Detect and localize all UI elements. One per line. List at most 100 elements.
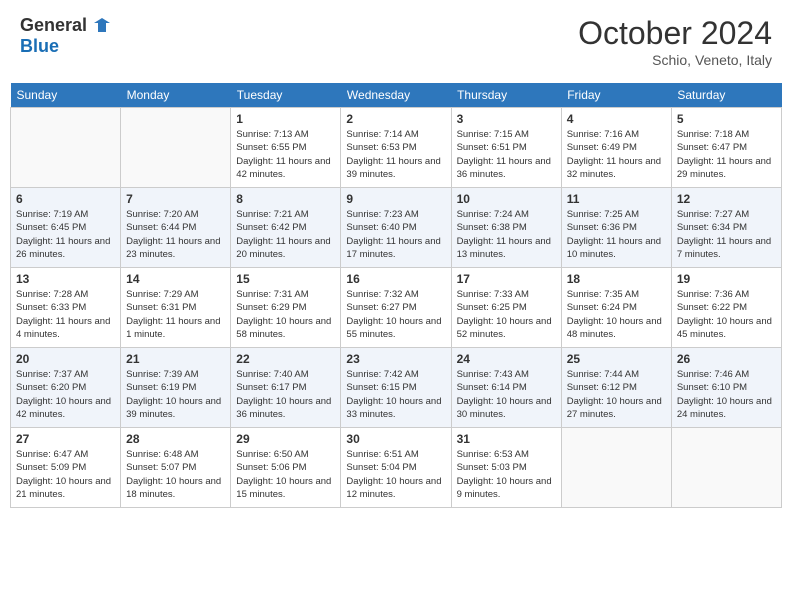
weekday-friday: Friday [561,83,671,108]
day-info: Sunrise: 7:14 AMSunset: 6:53 PMDaylight:… [346,128,445,181]
day-number: 27 [16,432,115,446]
day-number: 20 [16,352,115,366]
day-number: 10 [457,192,556,206]
weekday-thursday: Thursday [451,83,561,108]
day-info: Sunrise: 7:18 AMSunset: 6:47 PMDaylight:… [677,128,776,181]
day-info: Sunrise: 7:35 AMSunset: 6:24 PMDaylight:… [567,288,666,341]
calendar-cell [11,108,121,188]
day-number: 22 [236,352,335,366]
calendar-cell: 1 Sunrise: 7:13 AMSunset: 6:55 PMDaylight… [231,108,341,188]
calendar-cell: 23 Sunrise: 7:42 AMSunset: 6:15 PMDayligh… [341,348,451,428]
day-info: Sunrise: 7:21 AMSunset: 6:42 PMDaylight:… [236,208,335,261]
day-info: Sunrise: 6:47 AMSunset: 5:09 PMDaylight:… [16,448,115,501]
day-info: Sunrise: 7:25 AMSunset: 6:36 PMDaylight:… [567,208,666,261]
day-info: Sunrise: 7:44 AMSunset: 6:12 PMDaylight:… [567,368,666,421]
logo-arrow-icon [94,18,110,34]
day-info: Sunrise: 7:29 AMSunset: 6:31 PMDaylight:… [126,288,225,341]
logo: General Blue [20,15,110,57]
calendar-cell: 11 Sunrise: 7:25 AMSunset: 6:36 PMDayligh… [561,188,671,268]
day-number: 8 [236,192,335,206]
calendar-cell: 7Sunrise: 7:20 AMSunset: 6:44 PMDaylight… [121,188,231,268]
calendar-cell: 8 Sunrise: 7:21 AMSunset: 6:42 PMDaylight… [231,188,341,268]
calendar-cell: 25 Sunrise: 7:44 AMSunset: 6:12 PMDayligh… [561,348,671,428]
logo-blue-text: Blue [20,36,110,57]
day-info: Sunrise: 6:53 AMSunset: 5:03 PMDaylight:… [457,448,556,501]
day-info: Sunrise: 7:46 AMSunset: 6:10 PMDaylight:… [677,368,776,421]
day-info: Sunrise: 7:19 AMSunset: 6:45 PMDaylight:… [16,208,115,261]
day-info: Sunrise: 7:33 AMSunset: 6:25 PMDaylight:… [457,288,556,341]
day-info: Sunrise: 7:20 AMSunset: 6:44 PMDaylight:… [126,208,225,261]
day-info: Sunrise: 7:28 AMSunset: 6:33 PMDaylight:… [16,288,115,341]
day-number: 24 [457,352,556,366]
day-number: 18 [567,272,666,286]
day-number: 3 [457,112,556,126]
calendar-cell: 26 Sunrise: 7:46 AMSunset: 6:10 PMDayligh… [671,348,781,428]
calendar-cell: 31 Sunrise: 6:53 AMSunset: 5:03 PMDayligh… [451,428,561,508]
calendar-table: SundayMondayTuesdayWednesdayThursdayFrid… [10,83,782,508]
day-number: 23 [346,352,445,366]
day-info: Sunrise: 7:37 AMSunset: 6:20 PMDaylight:… [16,368,115,421]
calendar-cell: 9Sunrise: 7:23 AMSunset: 6:40 PMDaylight… [341,188,451,268]
calendar-week-1: 1 Sunrise: 7:13 AMSunset: 6:55 PMDaylight… [11,108,782,188]
day-info: Sunrise: 7:32 AMSunset: 6:27 PMDaylight:… [346,288,445,341]
day-number: 12 [677,192,776,206]
calendar-cell [121,108,231,188]
calendar-cell: 19 Sunrise: 7:36 AMSunset: 6:22 PMDayligh… [671,268,781,348]
day-info: Sunrise: 7:36 AMSunset: 6:22 PMDaylight:… [677,288,776,341]
location: Schio, Veneto, Italy [578,52,772,68]
weekday-tuesday: Tuesday [231,83,341,108]
day-info: Sunrise: 7:39 AMSunset: 6:19 PMDaylight:… [126,368,225,421]
day-info: Sunrise: 7:13 AMSunset: 6:55 PMDaylight:… [236,128,335,181]
day-number: 15 [236,272,335,286]
calendar-cell: 29 Sunrise: 6:50 AMSunset: 5:06 PMDayligh… [231,428,341,508]
calendar-cell: 18 Sunrise: 7:35 AMSunset: 6:24 PMDayligh… [561,268,671,348]
weekday-header-row: SundayMondayTuesdayWednesdayThursdayFrid… [11,83,782,108]
calendar-cell: 13Sunrise: 7:28 AMSunset: 6:33 PMDayligh… [11,268,121,348]
calendar-cell: 3 Sunrise: 7:15 AMSunset: 6:51 PMDaylight… [451,108,561,188]
calendar-cell: 21 Sunrise: 7:39 AMSunset: 6:19 PMDayligh… [121,348,231,428]
title-block: October 2024 Schio, Veneto, Italy [578,15,772,68]
day-number: 16 [346,272,445,286]
calendar-cell: 22 Sunrise: 7:40 AMSunset: 6:17 PMDayligh… [231,348,341,428]
day-number: 1 [236,112,335,126]
day-number: 26 [677,352,776,366]
day-info: Sunrise: 6:50 AMSunset: 5:06 PMDaylight:… [236,448,335,501]
day-number: 21 [126,352,225,366]
weekday-monday: Monday [121,83,231,108]
day-info: Sunrise: 7:42 AMSunset: 6:15 PMDaylight:… [346,368,445,421]
calendar-cell [671,428,781,508]
calendar-cell: 30 Sunrise: 6:51 AMSunset: 5:04 PMDayligh… [341,428,451,508]
day-number: 29 [236,432,335,446]
day-number: 25 [567,352,666,366]
day-info: Sunrise: 7:43 AMSunset: 6:14 PMDaylight:… [457,368,556,421]
calendar-cell: 2 Sunrise: 7:14 AMSunset: 6:53 PMDaylight… [341,108,451,188]
month-title: October 2024 [578,15,772,52]
calendar-cell: 4Sunrise: 7:16 AMSunset: 6:49 PMDaylight… [561,108,671,188]
calendar-cell: 10 Sunrise: 7:24 AMSunset: 6:38 PMDayligh… [451,188,561,268]
calendar-week-4: 20 Sunrise: 7:37 AMSunset: 6:20 PMDayligh… [11,348,782,428]
day-number: 2 [346,112,445,126]
weekday-sunday: Sunday [11,83,121,108]
calendar-cell: 6Sunrise: 7:19 AMSunset: 6:45 PMDaylight… [11,188,121,268]
day-number: 11 [567,192,666,206]
day-info: Sunrise: 7:24 AMSunset: 6:38 PMDaylight:… [457,208,556,261]
calendar-cell [561,428,671,508]
calendar-cell: 20 Sunrise: 7:37 AMSunset: 6:20 PMDayligh… [11,348,121,428]
day-number: 30 [346,432,445,446]
day-info: Sunrise: 6:51 AMSunset: 5:04 PMDaylight:… [346,448,445,501]
weekday-saturday: Saturday [671,83,781,108]
day-info: Sunrise: 7:16 AMSunset: 6:49 PMDaylight:… [567,128,666,181]
calendar-cell: 12 Sunrise: 7:27 AMSunset: 6:34 PMDayligh… [671,188,781,268]
calendar-body: 1 Sunrise: 7:13 AMSunset: 6:55 PMDaylight… [11,108,782,508]
calendar-cell: 15Sunrise: 7:31 AMSunset: 6:29 PMDayligh… [231,268,341,348]
day-info: Sunrise: 7:27 AMSunset: 6:34 PMDaylight:… [677,208,776,261]
day-number: 19 [677,272,776,286]
day-number: 9 [346,192,445,206]
calendar-week-2: 6Sunrise: 7:19 AMSunset: 6:45 PMDaylight… [11,188,782,268]
day-info: Sunrise: 7:40 AMSunset: 6:17 PMDaylight:… [236,368,335,421]
day-info: Sunrise: 7:15 AMSunset: 6:51 PMDaylight:… [457,128,556,181]
day-number: 31 [457,432,556,446]
day-number: 14 [126,272,225,286]
calendar-cell: 24 Sunrise: 7:43 AMSunset: 6:14 PMDayligh… [451,348,561,428]
calendar-cell: 14 Sunrise: 7:29 AMSunset: 6:31 PMDayligh… [121,268,231,348]
